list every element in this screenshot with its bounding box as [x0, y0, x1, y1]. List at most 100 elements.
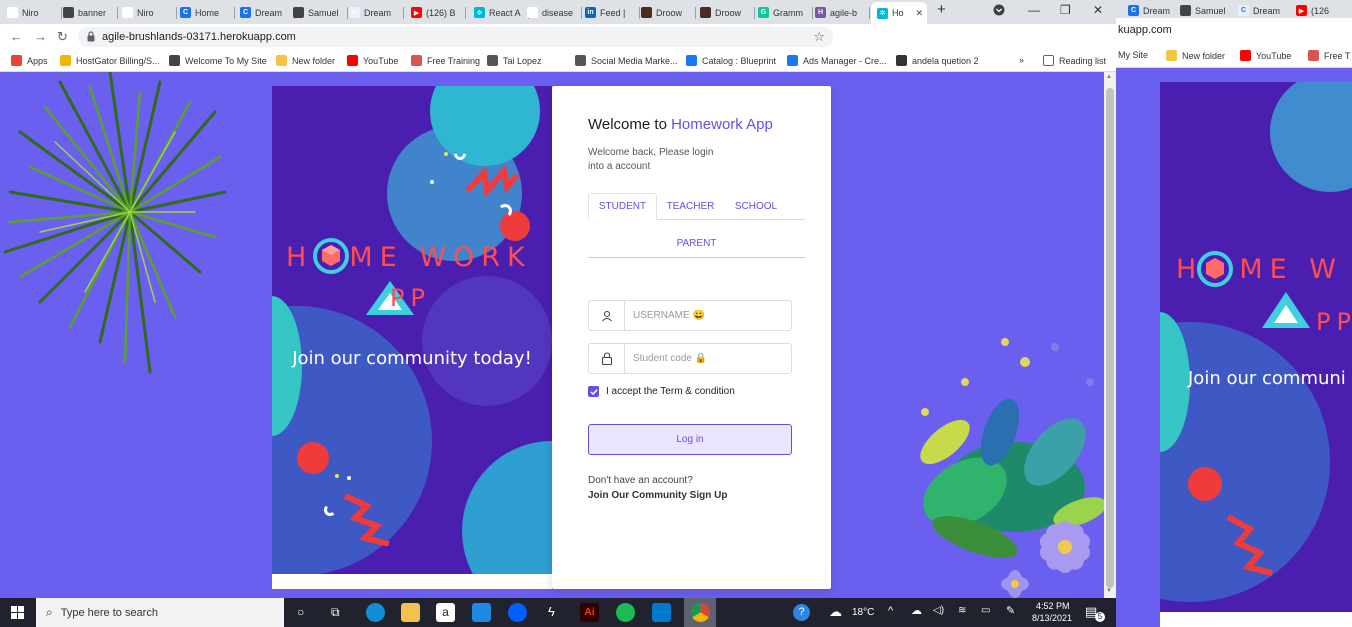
browser-tab[interactable]: C Dream [349, 3, 401, 22]
browser-tab[interactable]: G Gramm [758, 3, 810, 22]
pen-icon[interactable]: ✎ [1006, 604, 1015, 617]
illustrator-icon[interactable]: Ai [580, 603, 599, 622]
bookmark-item[interactable]: New folder [276, 55, 335, 66]
bookmark-item[interactable]: Tai Lopez [487, 55, 542, 66]
browser-tab[interactable]: Droow [700, 3, 752, 22]
onedrive-icon[interactable]: ☁ [911, 604, 922, 617]
browser-tab[interactable]: Hagile-b [815, 3, 867, 22]
tab-favicon-icon [63, 7, 74, 18]
browser-tab[interactable]: ▶ (126) B [411, 3, 463, 22]
browser-tab[interactable]: Droow [641, 3, 693, 22]
close-tab-icon[interactable]: ✕ [915, 8, 923, 19]
second-hero-panel: H ME W PP Join our communi [1160, 82, 1352, 612]
signup-link[interactable]: Join Our Community Sign Up [588, 490, 727, 501]
tab-separator [869, 7, 870, 19]
browser-tab[interactable]: in Feed | [585, 3, 637, 22]
bookmark-star-icon[interactable]: ☆ [813, 29, 825, 45]
bookmark-item[interactable]: HostGator Billing/S... [60, 55, 160, 66]
file-explorer-icon[interactable] [401, 603, 420, 622]
bookmark-item[interactable]: Free Training [411, 55, 480, 66]
bookmark-item[interactable]: Catalog : Blueprint [686, 55, 776, 66]
cube-logo-icon [313, 238, 349, 274]
windows-start-icon[interactable] [11, 606, 24, 622]
tab-school[interactable]: SCHOOL [723, 193, 789, 220]
mail-icon[interactable] [472, 603, 491, 622]
bookmark-item[interactable]: Social Media Marke... [575, 55, 678, 66]
tab-favicon-icon [1180, 5, 1191, 16]
bookmark-item[interactable]: Ads Manager - Cre... [787, 55, 887, 66]
browser-tab[interactable]: N Niro [7, 3, 59, 22]
volume-icon[interactable]: ◁) [933, 605, 944, 616]
back-icon[interactable]: ← [10, 29, 23, 44]
terms-checkbox[interactable] [588, 386, 599, 397]
bookmark-item[interactable]: New folder [1166, 50, 1225, 61]
minimize-icon[interactable]: — [1028, 3, 1040, 17]
help-icon[interactable]: ? [793, 604, 810, 621]
reading-list-button[interactable]: Reading list [1043, 55, 1106, 66]
clock-date[interactable]: 8/13/2021 [1032, 613, 1072, 623]
taskbar-search[interactable]: ⌕ Type here to search [36, 598, 284, 627]
spotify-icon[interactable] [616, 603, 635, 622]
dropbox-icon[interactable] [508, 603, 527, 622]
bookmarks-overflow[interactable]: » [1019, 55, 1024, 65]
wifi-icon[interactable]: ≋ [958, 605, 966, 616]
tab-label: Dream [255, 7, 283, 18]
browser-tab[interactable]: C Home [180, 3, 232, 22]
chrome-taskbar-button[interactable] [684, 598, 716, 627]
browser-tab[interactable]: banner [63, 3, 115, 22]
restore-icon[interactable]: ❐ [1060, 3, 1071, 17]
tab-active[interactable]: ✲ Ho ✕ [871, 2, 927, 24]
forward-icon[interactable]: → [34, 29, 47, 44]
youtube-icon [1240, 50, 1251, 61]
clock-time[interactable]: 4:52 PM [1036, 601, 1070, 611]
second-hero-title: H ME W [1176, 254, 1343, 285]
tab-label: Samuel [308, 7, 339, 18]
address-bar[interactable]: agile-brushlands-03171.herokuapp.com ☆ [78, 27, 833, 47]
reload-icon[interactable]: ↻ [57, 29, 68, 45]
browser-tab[interactable]: Gdisease [527, 3, 579, 22]
tab-parent[interactable]: PARENT [588, 230, 805, 257]
battery-icon[interactable]: ▭ [981, 605, 990, 616]
amazon-icon[interactable]: a [436, 603, 455, 622]
bookmark-label: HostGator Billing/S... [76, 55, 160, 66]
scroll-down-icon[interactable]: ▼ [1106, 588, 1112, 594]
tab-favicon-icon: C [180, 7, 191, 18]
browser-tab[interactable]: N Niro [122, 3, 174, 22]
browser-tab[interactable]: Samuel [293, 3, 345, 22]
bookmark-item[interactable]: Apps [11, 55, 48, 66]
bookmark-item[interactable]: andela quetion 2 [896, 55, 979, 66]
close-window-icon[interactable]: ✕ [1093, 3, 1103, 17]
show-hidden-icons-icon[interactable]: ^ [888, 605, 893, 617]
page-scrollbar[interactable]: ▲ ▼ [1104, 72, 1116, 598]
tab-teacher[interactable]: TEACHER [658, 193, 723, 220]
tab-search-icon[interactable] [993, 4, 1005, 19]
bookmark-item[interactable]: Free T [1308, 50, 1350, 61]
task-view-icon[interactable]: ⧉ [331, 605, 340, 620]
browser-tab[interactable]: C Dream [240, 3, 292, 22]
bookmark-item[interactable]: YouTube [1240, 50, 1291, 61]
student-code-input[interactable] [633, 351, 783, 366]
winamp-icon[interactable]: ϟ [548, 604, 555, 619]
login-button[interactable]: Log in [588, 424, 792, 455]
tab-student[interactable]: STUDENT [588, 193, 657, 220]
browser-tab[interactable]: ✲ React A [474, 3, 526, 22]
second-url-text[interactable]: kuapp.com [1118, 24, 1172, 36]
tab-favicon-icon: ▶ [1296, 5, 1307, 16]
scroll-thumb[interactable] [1106, 88, 1114, 588]
scroll-up-icon[interactable]: ▲ [1106, 74, 1112, 80]
lock-icon [87, 31, 95, 42]
bookmark-item[interactable]: My Site [1118, 50, 1148, 60]
temperature-text[interactable]: 18°C [852, 607, 874, 618]
decor-circle [1270, 82, 1352, 192]
decor-dot [335, 474, 339, 478]
new-tab-button[interactable]: + [937, 1, 946, 18]
tab-favicon-icon: C [349, 7, 360, 18]
cortana-icon[interactable]: ○ [297, 605, 304, 619]
bookmark-item[interactable]: Welcome To My Site [169, 55, 267, 66]
tab-label: Home [195, 7, 220, 18]
edge-icon[interactable] [366, 603, 385, 622]
folder-icon [1166, 50, 1177, 61]
bookmark-item[interactable]: YouTube [347, 55, 398, 66]
username-input[interactable] [633, 308, 783, 323]
vscode-icon[interactable] [652, 603, 671, 622]
